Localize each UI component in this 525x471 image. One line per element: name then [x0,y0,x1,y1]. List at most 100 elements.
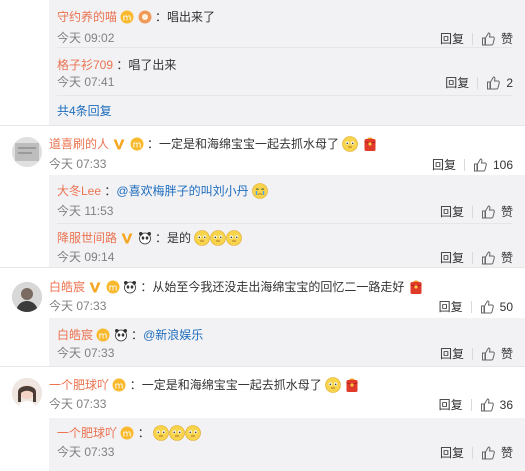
svg-text:m: m [123,430,132,440]
panda-icon [114,329,127,342]
smile-emoji-icon [194,230,211,246]
comment-actions: 回复 赞 [440,203,513,220]
comment-text: ：是的 [155,231,192,245]
divider [57,223,513,224]
reply-button[interactable]: 回复 [439,396,463,413]
comment-actions: 回复 赞 [440,249,513,266]
thumbs-up-icon [481,250,495,264]
like-button[interactable]: 赞 [481,345,513,362]
mention-link[interactable]: @新浪娱乐 [143,328,203,342]
smile-emoji-icon [169,425,185,441]
like-count: 赞 [500,32,513,46]
separator [471,347,473,360]
avatar[interactable] [12,282,42,312]
like-button[interactable]: 106 [473,158,513,172]
like-button[interactable]: 50 [480,300,513,314]
red-envelope-icon [363,137,376,151]
divider [0,267,525,268]
comment-text: ：一定是和海绵宝宝一起去抓水母了 [129,378,322,392]
like-button[interactable]: 赞 [481,203,513,220]
reply-button[interactable]: 回复 [440,444,464,461]
like-count: 赞 [500,446,513,460]
smile-emoji-icon [185,425,201,441]
comment-line: 白皓宸 m ：从始至今我还没走出海绵宝宝的回忆二一路走好 [49,278,424,296]
user-name[interactable]: 一个肥球吖 [57,426,117,440]
vip-badge-icon: m [130,137,144,151]
reply-button[interactable]: 回复 [440,345,464,362]
like-button[interactable]: 赞 [481,249,513,266]
like-button[interactable]: 36 [480,398,513,412]
vip-badge-icon: m [112,378,126,392]
reply-button[interactable]: 回复 [440,203,464,220]
avatar-image [12,137,42,167]
like-count: 赞 [500,205,513,219]
reply-button[interactable]: 回复 [432,156,456,173]
crying-emoji-icon [252,183,268,199]
svg-text:m: m [123,14,132,24]
comment-text: ： [131,328,144,342]
user-name[interactable]: 白皓宸 [57,328,93,342]
thumbs-up-icon [481,31,495,45]
panda-icon [124,281,137,294]
user-name[interactable]: 大冬Lee [57,184,101,198]
svg-text:m: m [108,284,117,294]
thumbs-up-icon [473,157,487,171]
thumbs-up-icon [481,204,495,218]
vip-badge-icon: m [120,10,134,24]
comment-actions: 回复 赞 [440,444,513,461]
smile-emoji-icon [153,425,169,441]
separator [463,158,465,171]
comment-line: 一个肥球吖 m ：一定是和海绵宝宝一起去抓水母了 [49,376,360,394]
reply-button[interactable]: 回复 [440,30,464,47]
timestamp: 今天 09:02 [57,31,115,45]
timestamp: 今天 07:33 [57,346,115,360]
comment-line: 白皓宸 m ：@新浪娱乐 [57,326,203,344]
comment-line: 道喜刷的人 m ：一定是和海绵宝宝一起去抓水母了 [49,135,378,153]
user-name[interactable]: 守约养的喵 [57,10,117,24]
user-name[interactable]: 一个肥球吖 [49,378,109,392]
comment-actions: 回复 36 [439,396,513,413]
avatar-image [12,378,42,408]
mention-link[interactable]: @喜欢梅胖子的叫刘小丹 [116,184,248,198]
verified-v-icon [113,139,125,150]
divider [0,125,525,126]
fan-badge-icon [138,10,152,24]
comment-actions: 回复 2 [445,74,513,91]
user-name[interactable]: 格子衫709 [57,58,113,72]
divider [57,95,513,96]
user-name[interactable]: 白皓宸 [49,280,85,294]
vip-badge-icon: m [106,280,120,294]
reply-button[interactable]: 回复 [445,74,469,91]
timestamp: 今天 07:33 [49,299,107,313]
timestamp: 今天 11:53 [57,204,114,218]
verified-v-icon [121,233,133,244]
like-count: 赞 [500,347,513,361]
comment-line: 一个肥球吖 m ： [57,424,201,442]
separator [471,446,473,459]
user-name[interactable]: 道喜刷的人 [49,137,109,151]
more-replies-link[interactable]: 共4条回复 [57,103,112,119]
avatar[interactable] [12,137,42,167]
like-button[interactable]: 赞 [481,30,513,47]
timestamp: 今天 07:41 [57,75,115,89]
comment-line: 格子衫709 ：唱了出来 [57,56,176,74]
avatar[interactable] [12,378,42,408]
timestamp: 今天 07:33 [57,445,115,459]
separator [471,251,473,264]
comment-line: 大冬Lee ：@喜欢梅胖子的叫刘小丹 [57,182,268,200]
reply-button[interactable]: 回复 [440,249,464,266]
smile-emoji-icon [210,230,227,246]
panda-icon [138,232,151,245]
separator [477,76,479,89]
reply-button[interactable]: 回复 [439,298,463,315]
like-button[interactable]: 赞 [481,444,513,461]
smile-emoji-icon [325,377,341,393]
user-name[interactable]: 降服世间路 [57,231,117,245]
like-button[interactable]: 2 [486,76,513,90]
verified-v-icon [89,282,101,293]
separator [471,205,473,218]
like-count: 50 [499,299,513,314]
avatar-image [12,282,42,312]
svg-text:m: m [99,332,108,342]
separator [470,398,472,411]
